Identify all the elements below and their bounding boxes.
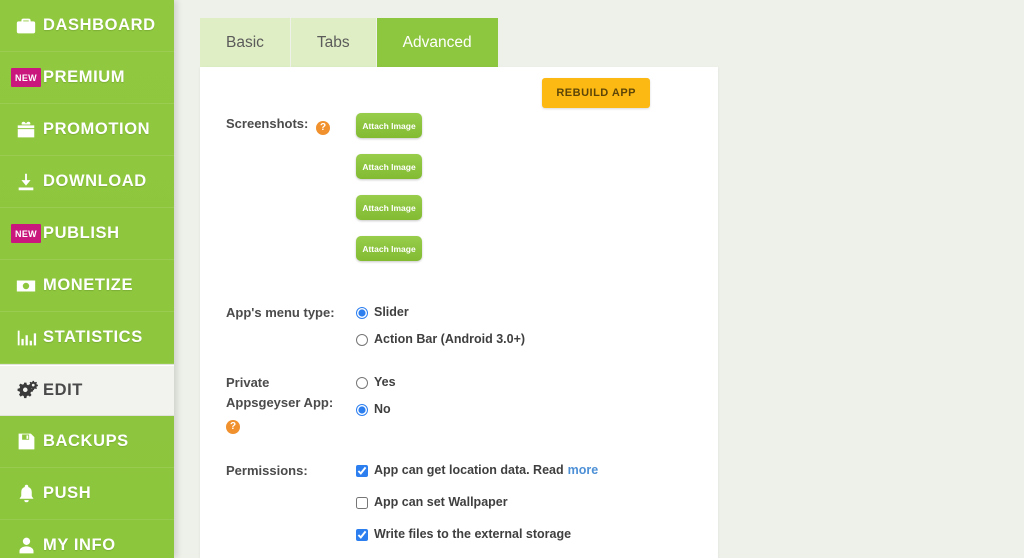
screenshots-label-group: Screenshots: ? (226, 113, 356, 277)
sidebar-item-label: STATISTICS (43, 328, 143, 346)
sidebar-item-label: EDIT (43, 380, 83, 399)
main-content: Basic Tabs Advanced REBUILD APP Screensh… (174, 0, 1024, 558)
sidebar-item-promotion[interactable]: PROMOTION (0, 104, 174, 156)
checkbox-label: App can set Wallpaper (374, 495, 508, 509)
tab-tabs[interactable]: Tabs (290, 18, 377, 67)
new-badge-icon: NEW (9, 68, 43, 87)
sidebar-item-label: PREMIUM (43, 68, 126, 86)
menu-type-radio-action-bar[interactable] (356, 333, 368, 346)
permissions-label: Permissions: (226, 463, 308, 478)
sidebar-item-label: BACKUPS (43, 432, 129, 450)
sidebar-item-label: DOWNLOAD (43, 172, 147, 190)
permissions-checkbox-group: App can get location data. Read more App… (356, 460, 696, 558)
attach-image-button[interactable]: Attach Image (356, 195, 422, 220)
screenshots-label: Screenshots: (226, 116, 309, 131)
sidebar-item-label: DASHBOARD (43, 16, 156, 34)
menu-type-radio-group: Slider Action Bar (Android 3.0+) (356, 302, 686, 350)
app-window: DASHBOARD NEW PREMIUM PROMOTION DOWNLOAD… (0, 0, 1024, 558)
settings-panel: REBUILD APP Screenshots: ? Attach Image … (200, 67, 718, 558)
private-app-label-line1: Private (226, 375, 270, 390)
radio-label: Action Bar (Android 3.0+) (374, 332, 526, 346)
form-row-private-app: Private Appsgeyser App: ? Yes No (226, 372, 686, 434)
tab-basic[interactable]: Basic (200, 18, 291, 67)
help-icon[interactable]: ? (316, 121, 330, 135)
sidebar-item-push[interactable]: PUSH (0, 468, 174, 520)
radio-option-no[interactable]: No (356, 399, 686, 420)
tab-advanced[interactable]: Advanced (376, 18, 498, 67)
bar-chart-icon (9, 327, 43, 349)
checkbox-label: Write files to the external storage (374, 527, 572, 541)
menu-type-label: App's menu type: (226, 305, 335, 320)
radio-option-action-bar[interactable]: Action Bar (Android 3.0+) (356, 329, 686, 350)
private-app-label-line2: Appsgeyser App: (226, 395, 334, 410)
bell-icon (9, 483, 43, 504)
radio-label: No (374, 402, 391, 416)
tab-label: Basic (226, 33, 264, 51)
money-icon (9, 275, 43, 297)
sidebar-item-premium[interactable]: NEW PREMIUM (0, 52, 174, 104)
sidebar-item-edit[interactable]: EDIT (0, 364, 174, 416)
sidebar-item-my-info[interactable]: MY INFO (0, 520, 174, 558)
sidebar-item-backups[interactable]: BACKUPS (0, 416, 174, 468)
sidebar-item-statistics[interactable]: STATISTICS (0, 312, 174, 364)
attach-image-button-group: Attach Image Attach Image Attach Image A… (356, 113, 686, 277)
sidebar-nav: DASHBOARD NEW PREMIUM PROMOTION DOWNLOAD… (0, 0, 174, 558)
form-row-menu-type: App's menu type: Slider Action Bar (Andr… (226, 302, 686, 350)
sidebar-item-label: PROMOTION (43, 120, 151, 138)
attach-image-button[interactable]: Attach Image (356, 113, 422, 138)
sidebar-item-label: PUSH (43, 484, 92, 502)
checkbox-option-wallpaper[interactable]: App can set Wallpaper (356, 492, 696, 513)
gears-icon (9, 379, 43, 401)
new-badge-icon: NEW (9, 224, 43, 243)
private-app-radio-no[interactable] (356, 403, 368, 416)
radio-option-yes[interactable]: Yes (356, 372, 686, 393)
permission-checkbox-external-storage[interactable] (356, 528, 368, 541)
attach-image-button[interactable]: Attach Image (356, 154, 422, 179)
attach-image-button[interactable]: Attach Image (356, 236, 422, 261)
permission-checkbox-location[interactable] (356, 464, 368, 477)
sidebar-item-publish[interactable]: NEW PUBLISH (0, 208, 174, 260)
read-more-link[interactable]: more (568, 460, 599, 481)
gift-icon (9, 119, 43, 141)
checkbox-option-external-storage[interactable]: Write files to the external storage (356, 524, 696, 545)
user-icon (9, 535, 43, 556)
floppy-disk-icon (9, 431, 43, 452)
sidebar-item-label: MY INFO (43, 536, 116, 554)
new-badge-label: NEW (11, 68, 41, 87)
sidebar-item-monetize[interactable]: MONETIZE (0, 260, 174, 312)
sidebar-item-label: PUBLISH (43, 224, 120, 242)
tab-bar: Basic Tabs Advanced (200, 18, 498, 67)
sidebar-item-download[interactable]: DOWNLOAD (0, 156, 174, 208)
new-badge-label: NEW (11, 224, 41, 243)
radio-label: Yes (374, 375, 396, 389)
form-row-screenshots: Screenshots: ? Attach Image Attach Image… (226, 113, 686, 277)
help-icon[interactable]: ? (226, 420, 240, 434)
rebuild-app-button[interactable]: REBUILD APP (542, 78, 650, 108)
radio-label: Slider (374, 305, 409, 319)
sidebar-item-label: MONETIZE (43, 276, 134, 294)
tab-label: Advanced (402, 33, 472, 51)
checkbox-label: App can get location data. Read (374, 463, 564, 477)
private-app-label-group: Private Appsgeyser App: ? (226, 372, 356, 434)
download-icon (9, 171, 43, 193)
menu-type-radio-slider[interactable] (356, 306, 368, 319)
private-app-radio-yes[interactable] (356, 376, 368, 389)
tab-label: Tabs (316, 33, 350, 51)
permission-checkbox-wallpaper[interactable] (356, 496, 368, 509)
private-app-radio-group: Yes No (356, 372, 686, 434)
sidebar-item-dashboard[interactable]: DASHBOARD (0, 0, 174, 52)
form-row-permissions: Permissions: App can get location data. … (226, 460, 696, 558)
briefcase-icon (9, 15, 43, 37)
radio-option-slider[interactable]: Slider (356, 302, 686, 323)
checkbox-option-location[interactable]: App can get location data. Read more (356, 460, 696, 481)
